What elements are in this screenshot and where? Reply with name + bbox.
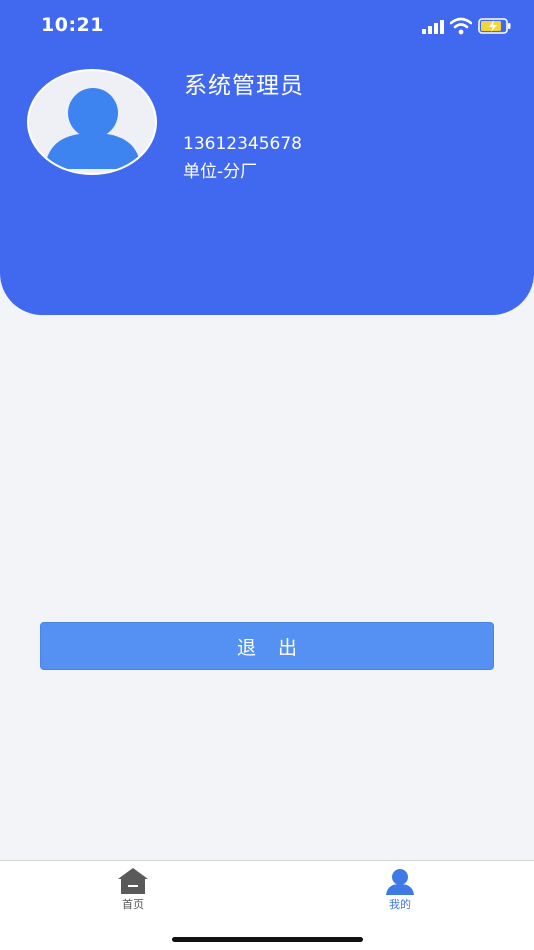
user-icon: [386, 869, 414, 895]
tab-home[interactable]: 首页: [93, 867, 173, 917]
user-unit: 单位-分厂: [183, 162, 258, 182]
home-indicator[interactable]: [172, 937, 363, 942]
home-icon: [118, 868, 148, 894]
tab-mine[interactable]: 我的: [360, 867, 440, 917]
profile-header: 10:21 系统管理员 13612345678 单位-分厂: [0, 0, 534, 315]
user-phone: 13612345678: [183, 134, 302, 154]
tab-home-label: 首页: [122, 898, 144, 911]
battery-charging-icon: [478, 18, 511, 34]
wifi-icon: [450, 17, 472, 35]
status-time: 10:21: [41, 14, 104, 36]
user-avatar: [27, 69, 157, 175]
logout-button[interactable]: 退出: [40, 622, 494, 670]
tab-mine-label: 我的: [389, 898, 411, 911]
user-name: 系统管理员: [184, 73, 304, 99]
signal-icon: [422, 20, 444, 34]
user-avatar-icon: [45, 88, 141, 169]
status-bar: 10:21: [0, 0, 534, 50]
